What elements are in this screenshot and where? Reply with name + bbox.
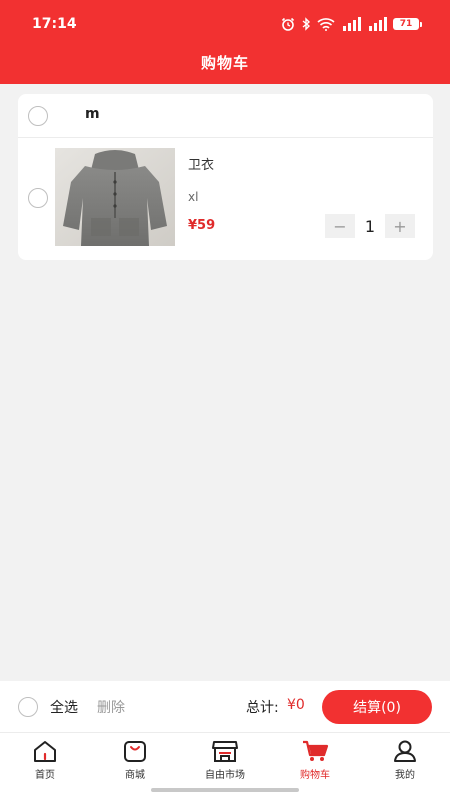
home-indicator[interactable]: [151, 788, 299, 792]
decrease-button[interactable]: −: [325, 214, 355, 238]
status-time: 17:14: [32, 16, 77, 32]
tab-label: 商城: [125, 770, 145, 781]
select-all-radio[interactable]: [18, 697, 38, 717]
bluetooth-icon: [302, 17, 311, 31]
shopping-bag-icon: [124, 741, 146, 762]
signal-icon-2: [369, 17, 387, 31]
store-select-radio[interactable]: [28, 106, 48, 126]
tab-label: 首页: [35, 770, 55, 781]
tab-label: 我的: [395, 770, 415, 781]
checkout-button[interactable]: 结算(0): [322, 690, 432, 724]
total-label: 总计:: [246, 700, 279, 716]
product-spec: xl: [188, 190, 199, 204]
page-title: 购物车: [200, 54, 249, 72]
battery-level: 71: [393, 18, 419, 30]
delete-button[interactable]: 删除: [97, 697, 125, 717]
product-image[interactable]: [55, 148, 175, 246]
quantity-value: 1: [364, 216, 376, 236]
tab-label: 自由市场: [205, 770, 245, 781]
cart-store-card: m 卫衣 xl ¥59 − 1 +: [18, 94, 433, 260]
storefront-icon: [212, 741, 238, 762]
status-icons: 71: [281, 17, 422, 31]
checkout-bar: 全选 删除 总计: ¥0 结算(0): [0, 681, 450, 733]
alarm-icon: [281, 17, 295, 31]
product-price: ¥59: [188, 218, 216, 233]
home-icon: [34, 741, 56, 762]
total-value: ¥0: [287, 697, 305, 713]
battery-icon: 71: [393, 18, 422, 30]
increase-button[interactable]: +: [385, 214, 415, 238]
select-all-label[interactable]: 全选: [50, 697, 78, 717]
person-icon: [394, 740, 416, 762]
item-select-radio[interactable]: [28, 188, 48, 208]
signal-icon: [343, 17, 361, 31]
tab-profile[interactable]: 我的: [360, 733, 450, 800]
tab-home[interactable]: 首页: [0, 733, 90, 800]
product-name: 卫衣: [188, 158, 215, 173]
status-bar: 17:14 71: [32, 14, 422, 34]
cart-icon: [303, 740, 329, 761]
wifi-icon: [317, 18, 335, 31]
header: 17:14 71 购物车: [0, 0, 450, 84]
quantity-stepper: − 1 +: [325, 214, 415, 238]
store-row: m: [18, 94, 433, 138]
store-name: m: [85, 106, 100, 122]
tab-label: 购物车: [300, 770, 330, 781]
